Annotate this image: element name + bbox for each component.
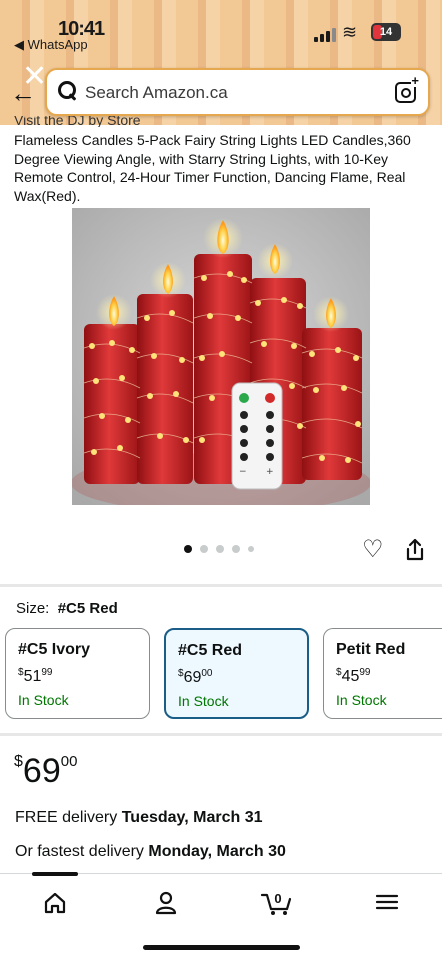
svg-text:+: + — [266, 467, 274, 477]
status-bar: 10:41 ◀ WhatsApp ≋ 14 — [0, 0, 442, 56]
fastest-delivery-line: Or fastest delivery Monday, March 30 — [15, 843, 286, 860]
size-label: Size: — [16, 600, 50, 617]
size-selected-value: #C5 Red — [57, 600, 118, 617]
share-icon[interactable] — [404, 538, 426, 562]
wishlist-heart-icon[interactable]: ♡ — [362, 538, 384, 562]
size-option-price: $6900 — [178, 668, 213, 686]
size-option-c5-red[interactable]: #C5 Red $6900 In Stock — [164, 628, 309, 719]
size-option-price: $4599 — [336, 667, 371, 685]
candles-illustration: − + — [72, 208, 370, 505]
camera-search-icon[interactable] — [395, 75, 419, 103]
active-tab-indicator — [32, 872, 78, 876]
home-icon[interactable] — [37, 888, 73, 916]
account-icon[interactable] — [148, 888, 184, 916]
product-title: Flameless Candles 5-Pack Fairy String Li… — [14, 132, 411, 204]
free-delivery-line: FREE delivery Tuesday, March 31 — [15, 809, 263, 826]
carousel-dot[interactable] — [248, 546, 254, 552]
size-option-stock: In Stock — [18, 692, 69, 708]
size-option-name: #C5 Ivory — [18, 641, 91, 658]
image-carousel-dots[interactable] — [184, 545, 254, 553]
search-input[interactable] — [85, 79, 385, 107]
back-to-whatsapp-link[interactable]: ◀ WhatsApp — [14, 37, 88, 53]
product-image[interactable]: − + — [72, 208, 370, 505]
bottom-tab-bar: 0 — [0, 872, 442, 960]
fastest-delivery-date: Monday, March 30 — [148, 843, 286, 860]
size-option-price: $5199 — [18, 667, 53, 685]
battery-level: 14 — [379, 26, 393, 38]
carousel-dot[interactable] — [232, 545, 240, 553]
carousel-dot[interactable] — [216, 545, 224, 553]
carousel-dot[interactable] — [200, 545, 208, 553]
search-icon — [57, 80, 79, 102]
size-label-row: Size: #C5 Red — [16, 600, 118, 617]
home-indicator — [143, 945, 300, 950]
section-divider — [0, 733, 442, 736]
cart-icon[interactable]: 0 — [258, 888, 294, 916]
section-divider — [0, 584, 442, 587]
size-option-petit-red[interactable]: Petit Red $4599 In Stock — [323, 628, 442, 719]
size-option-stock: In Stock — [178, 693, 229, 709]
size-option-name: #C5 Red — [178, 642, 243, 659]
svg-text:−: − — [239, 467, 247, 477]
cart-count: 0 — [274, 891, 281, 906]
size-option-c5-ivory[interactable]: #C5 Ivory $5199 In Stock — [5, 628, 150, 719]
size-option-stock: In Stock — [336, 692, 387, 708]
back-arrow-icon[interactable]: ← — [10, 80, 36, 106]
size-option-name: Petit Red — [336, 641, 406, 658]
wifi-icon: ≋ — [342, 22, 358, 42]
product-price: $6900 — [14, 752, 78, 790]
signal-icon — [314, 26, 336, 42]
remote-control: − + — [231, 382, 283, 490]
menu-icon[interactable] — [369, 888, 405, 916]
search-bar[interactable] — [45, 68, 430, 116]
battery-icon: 14 — [371, 23, 401, 41]
visit-store-link[interactable]: Visit the DJ by Store — [14, 116, 141, 127]
free-delivery-date: Tuesday, March 31 — [121, 809, 263, 826]
carousel-dot[interactable] — [184, 545, 192, 553]
